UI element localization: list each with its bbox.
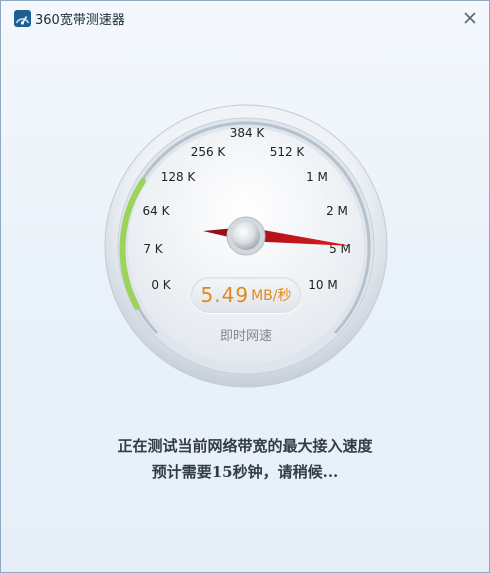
- scale-label-512k: 512 K: [270, 145, 306, 159]
- scale-label-1m: 1 M: [306, 170, 328, 184]
- scale-label-2m: 2 M: [326, 204, 348, 218]
- scale-label-0k: 0 K: [151, 278, 171, 292]
- current-speed-readout: 5.49 MB/秒: [191, 277, 301, 313]
- speedometer-app-icon: [14, 10, 31, 27]
- status-eta: 预计需要15秒钟，请稍候...: [151, 463, 339, 481]
- window-title: 360宽带测速器: [35, 13, 125, 28]
- speed-caption: 即时网速: [219, 329, 272, 344]
- scale-label-256k: 256 K: [191, 145, 227, 159]
- speed-unit: MB/秒: [251, 288, 292, 304]
- scale-label-7k: 7 K: [143, 242, 163, 256]
- scale-label-10m: 10 M: [308, 278, 337, 292]
- title-bar[interactable]: 360宽带测速器: [1, 1, 489, 35]
- scale-label-64k: 64 K: [143, 204, 171, 218]
- needle-hub: [232, 222, 260, 250]
- speed-value: 5.49: [200, 283, 250, 307]
- scale-label-384k: 384 K: [230, 126, 266, 140]
- status-message: 正在测试当前网络带宽的最大接入速度: [117, 437, 373, 455]
- speedtest-window: 360宽带测速器 0 K 7 K 64 K 128 K 256 K 384 K …: [0, 0, 490, 573]
- close-icon[interactable]: [460, 8, 480, 28]
- speed-gauge: 0 K 7 K 64 K 128 K 256 K 384 K 512 K 1 M…: [104, 104, 388, 388]
- scale-label-128k: 128 K: [161, 170, 197, 184]
